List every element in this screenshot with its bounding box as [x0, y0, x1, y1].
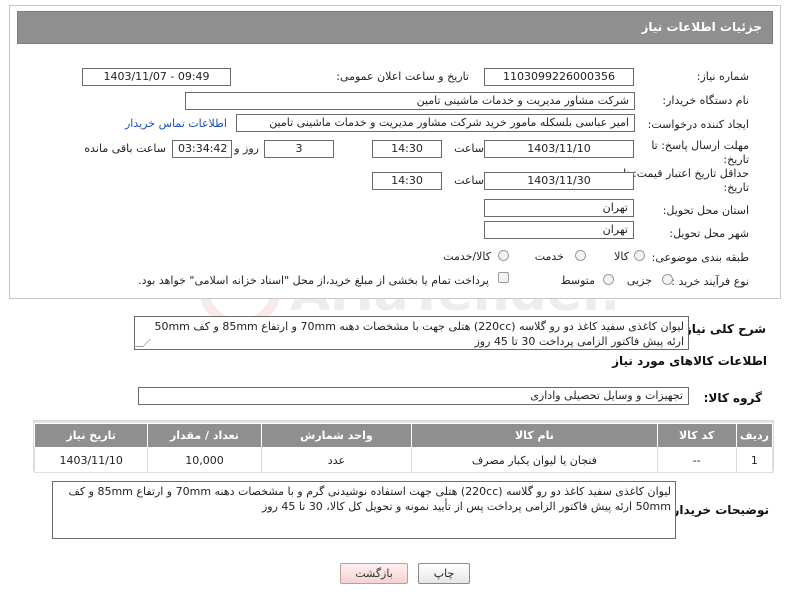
panel-title: جزئیات اطلاعات نیاز — [641, 20, 762, 34]
cell-name: فنجان یا لیوان یکبار مصرف — [411, 447, 658, 473]
panel-header: جزئیات اطلاعات نیاز — [17, 11, 773, 44]
buyer-org-field: شرکت مشاور مدیریت و خدمات ماشینی تامین — [185, 92, 635, 110]
buyer-notes-textarea[interactable]: لیوان کاغذی سفید کاغذ دو رو گلاسه (220cc… — [52, 481, 676, 539]
print-button[interactable]: چاپ — [418, 563, 470, 584]
goods-group-field: تجهیزات و وسایل تحصیلی واداری — [138, 387, 689, 405]
reply-deadline-time-label: ساعت — [454, 142, 484, 155]
buyer-contact-link[interactable]: اطلاعات تماس خریدار — [125, 117, 227, 130]
need-number-field: 1103099226000356 — [484, 68, 634, 86]
category-both-label: کالا/خدمت — [443, 250, 491, 263]
cell-unit: عدد — [260, 447, 413, 473]
category-goods-radio[interactable] — [634, 250, 645, 261]
need-summary-label: شرح کلی نیاز: — [680, 322, 766, 336]
price-validity-date: 1403/11/30 — [484, 172, 634, 190]
treasury-payment-note: پرداخت تمام یا بخشی از مبلغ خرید،از محل … — [138, 274, 489, 287]
col-code: کد کالا — [656, 423, 737, 448]
delivery-province-field: تهران — [484, 199, 634, 217]
purchase-type-medium-label: متوسط — [560, 274, 595, 287]
remaining-time: 03:34:42 — [172, 140, 232, 158]
col-date: تاریخ نیاز — [33, 423, 149, 448]
price-validity-time-label: ساعت — [454, 174, 484, 187]
delivery-city-label: شهر محل تحویل: — [669, 227, 749, 240]
reply-deadline-time: 14:30 — [372, 140, 442, 158]
col-row: ردیف — [735, 423, 774, 448]
cell-row: 1 — [735, 447, 774, 473]
col-qty: تعداد / مقدار — [147, 423, 262, 448]
category-label: طبقه بندی موضوعی: — [651, 251, 749, 264]
remaining-time-label: ساعت باقی مانده — [84, 142, 166, 155]
category-service-radio[interactable] — [575, 250, 586, 261]
goods-table: ردیف کد کالا نام کالا واحد شمارش تعداد /… — [33, 423, 774, 473]
cell-qty: 10,000 — [147, 447, 262, 473]
delivery-province-label: استان محل تحویل: — [662, 204, 749, 217]
reply-deadline-date: 1403/11/10 — [484, 140, 634, 158]
need-summary-textarea[interactable]: لیوان کاغذی سفید کاغذ دو رو گلاسه (220cc… — [134, 316, 689, 350]
col-unit: واحد شمارش — [260, 423, 413, 448]
requester-label: ایجاد کننده درخواست: — [647, 118, 749, 131]
need-number-label: شماره نیاز: — [696, 70, 749, 83]
category-goods-label: کالا — [614, 250, 629, 263]
cell-date: 1403/11/10 — [33, 447, 149, 473]
buyer-notes-label: توضیحات خریدار: — [667, 503, 769, 517]
price-validity-label: حداقل تاریخ اعتبار قیمت: تا — [623, 167, 749, 180]
goods-group-label: گروه کالا: — [703, 391, 762, 405]
delivery-city-field: تهران — [484, 221, 634, 239]
category-both-radio[interactable] — [498, 250, 509, 261]
announce-datetime-field: 1403/11/07 - 09:49 — [82, 68, 231, 86]
col-name: نام کالا — [411, 423, 658, 448]
reply-deadline-label: مهلت ارسال پاسخ: تا — [651, 139, 749, 152]
goods-section-title: اطلاعات کالاهای مورد نیاز — [612, 354, 767, 368]
announce-datetime-label: تاریخ و ساعت اعلان عمومی: — [336, 70, 469, 83]
cell-code: -- — [656, 447, 737, 473]
remaining-days: 3 — [264, 140, 334, 158]
treasury-payment-checkbox[interactable] — [498, 272, 509, 283]
price-validity-time: 14:30 — [372, 172, 442, 190]
table-row[interactable]: 1 -- فنجان یا لیوان یکبار مصرف عدد 10,00… — [33, 447, 774, 473]
buyer-org-label: نام دستگاه خریدار: — [662, 94, 749, 107]
purchase-type-minor-label: جزیی — [626, 274, 652, 287]
purchase-type-medium-radio[interactable] — [603, 274, 614, 285]
table-header-row: ردیف کد کالا نام کالا واحد شمارش تعداد /… — [33, 423, 774, 448]
back-button[interactable]: بازگشت — [340, 563, 408, 584]
purchase-type-minor-radio[interactable] — [662, 274, 673, 285]
price-validity-label-date: تاریخ: — [723, 181, 749, 194]
remaining-days-label: روز و — [234, 142, 259, 155]
requester-field: امیر عباسی بلسکله مامور خرید شرکت مشاور … — [236, 114, 635, 132]
reply-deadline-label-date: تاریخ: — [723, 153, 749, 166]
category-service-label: خدمت — [534, 250, 564, 263]
purchase-type-label: نوع فرآیند خرید : — [671, 275, 749, 288]
